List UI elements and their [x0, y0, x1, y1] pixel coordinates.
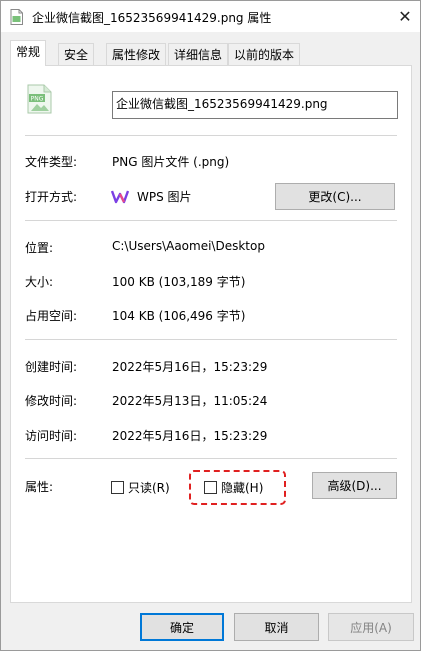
open-with-label: 打开方式:: [25, 190, 78, 204]
readonly-checkbox-label: 只读(R): [128, 481, 170, 495]
size-label: 大小:: [25, 275, 54, 289]
tab-general[interactable]: 常规: [10, 40, 47, 66]
location-value: C:\Users\Aaomei\Desktop: [112, 239, 265, 253]
attributes-label: 属性:: [25, 480, 54, 494]
modified-label: 修改时间:: [25, 394, 78, 408]
disk-size-value: 104 KB (106,496 字节): [112, 309, 246, 323]
apply-button[interactable]: 应用(A): [328, 613, 414, 641]
tab-details[interactable]: 详细信息: [168, 43, 229, 66]
ok-button[interactable]: 确定: [140, 613, 224, 641]
open-with-value: WPS 图片: [137, 190, 192, 204]
window-title: 企业微信截图_16523569941429.png 属性: [32, 11, 272, 25]
hidden-checkbox[interactable]: 隐藏(H): [204, 479, 263, 496]
tab-security[interactable]: 安全: [58, 43, 95, 66]
created-value: 2022年5月16日，15:23:29: [112, 360, 268, 374]
accessed-value: 2022年5月16日，15:23:29: [112, 429, 268, 443]
hidden-checkbox-box[interactable]: [204, 481, 217, 494]
general-panel: PNG 企业微信截图_16523569941429.png 文件类型: PNG …: [10, 65, 412, 603]
divider: [25, 135, 397, 136]
divider: [25, 220, 397, 221]
close-icon: ✕: [398, 7, 412, 26]
file-type-value: PNG 图片文件 (.png): [112, 155, 230, 169]
divider: [25, 339, 397, 340]
divider: [25, 458, 397, 459]
file-type-label: 文件类型:: [25, 155, 78, 169]
change-button[interactable]: 更改(C)...: [275, 183, 395, 210]
close-button[interactable]: ✕: [390, 1, 420, 32]
created-label: 创建时间:: [25, 360, 78, 374]
properties-dialog: 企业微信截图_16523569941429.png 属性 ✕ 常规 安全 属性修…: [0, 0, 421, 651]
tab-previous-versions[interactable]: 以前的版本: [228, 43, 301, 66]
hidden-checkbox-label: 隐藏(H): [221, 481, 264, 495]
file-name-input[interactable]: 企业微信截图_16523569941429.png: [112, 91, 398, 119]
cancel-button[interactable]: 取消: [234, 613, 319, 641]
file-icon: [10, 9, 23, 25]
tab-attribute-modify[interactable]: 属性修改: [106, 43, 167, 66]
advanced-button[interactable]: 高级(D)...: [312, 472, 397, 499]
readonly-checkbox[interactable]: 只读(R): [111, 479, 170, 496]
accessed-label: 访问时间:: [25, 429, 78, 443]
location-label: 位置:: [25, 241, 54, 255]
wps-icon: [111, 190, 129, 204]
size-value: 100 KB (103,189 字节): [112, 275, 246, 289]
modified-value: 2022年5月13日，11:05:24: [112, 394, 268, 408]
readonly-checkbox-box[interactable]: [111, 481, 124, 494]
disk-size-label: 占用空间:: [25, 309, 78, 323]
png-file-icon: PNG: [27, 84, 52, 114]
title-bar: 企业微信截图_16523569941429.png 属性 ✕: [1, 1, 420, 32]
png-badge: PNG: [31, 96, 44, 103]
